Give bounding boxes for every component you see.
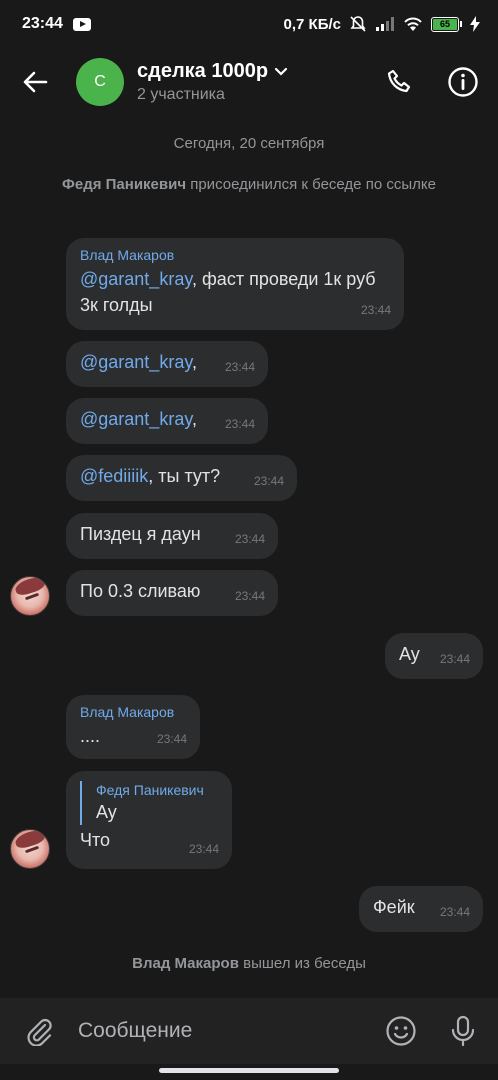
battery-level: 65 [433,18,457,30]
voice-message-button[interactable] [446,1014,480,1048]
message-sender[interactable]: Влад Макаров [80,703,186,721]
message-time: 23:44 [224,360,255,374]
charging-icon [470,16,480,32]
message-composer: Сообщение [0,998,498,1064]
outgoing-message-bubble[interactable]: Фейк 23:44 [359,886,483,932]
message-bubble[interactable]: Влад Макаров .... 23:44 [66,695,200,759]
outgoing-message-bubble[interactable]: Ау 23:44 [385,633,483,679]
info-icon [448,67,478,97]
info-button[interactable] [446,65,480,99]
service-joined-name[interactable]: Федя Паникевич [62,176,186,193]
chevron-down-icon [274,67,288,76]
message-time: 23:44 [439,905,470,919]
chat-title: сделка 1000р [137,60,269,82]
message-input[interactable]: Сообщение [78,1019,192,1043]
message-time: 23:44 [234,532,265,546]
message-text: Ау [399,644,420,664]
message-text: , ты тут? [148,466,221,486]
message-bubble[interactable]: Влад Макаров @garant_kray, фаст проведи … [66,238,404,330]
back-button[interactable] [0,48,70,116]
service-left-name[interactable]: Влад Макаров [132,955,239,972]
battery-icon: 65 [431,16,462,32]
call-button[interactable] [382,65,416,99]
mute-icon [350,16,366,32]
message-text: , [192,352,198,372]
message-time: 23:44 [253,474,284,488]
attach-button[interactable] [22,1014,56,1048]
message-bubble[interactable]: @garant_kray, 23:44 [66,398,268,444]
message-text: , [192,409,198,429]
message-mention[interactable]: @garant_kray [80,269,192,289]
message-time: 23:44 [234,589,265,603]
reply-text: Ау [96,802,117,822]
microphone-icon [451,1015,475,1047]
emoji-button[interactable] [384,1014,418,1048]
message-bubble[interactable]: @fediiiik, ты тут? 23:44 [66,455,297,501]
message-text: Фейк [373,897,415,917]
message-bubble[interactable]: @garant_kray, 23:44 [66,341,268,387]
chat-avatar[interactable]: С [76,58,124,106]
message-mention[interactable]: @garant_kray [80,352,192,372]
message-mention[interactable]: @fediiiik [80,466,148,486]
message-time: 23:44 [439,652,470,666]
message-time: 23:44 [156,732,187,746]
signal-icon [376,17,394,31]
service-message-joined: Федя Паникевич присоединился к беседе по… [0,175,498,195]
date-divider: Сегодня, 20 сентября [173,135,325,152]
message-bubble[interactable]: По 0.3 сливаю 23:44 [66,570,278,616]
message-sender[interactable]: Влад Макаров [80,246,390,264]
message-text: По 0.3 сливаю [80,581,201,601]
emoji-icon [386,1016,416,1046]
status-bar: 23:44 0,7 КБ/с 65 [0,0,498,48]
message-mention[interactable]: @garant_kray [80,409,192,429]
back-arrow-icon [23,71,48,93]
network-speed: 0,7 КБ/с [283,15,341,33]
service-message-left: Влад Макаров вышел из беседы [0,954,498,974]
sender-avatar[interactable] [10,576,50,616]
status-time: 23:44 [22,15,63,32]
message-text: .... [80,726,101,746]
chat-info[interactable]: сделка 1000р 2 участника [137,60,288,104]
reply-quote[interactable]: Федя Паникевич Ау [80,781,218,825]
chat-screen: 23:44 0,7 КБ/с 65 С сделка 1000р 2 участ [0,0,498,1080]
sender-avatar[interactable] [10,829,50,869]
home-indicator[interactable] [159,1068,339,1073]
message-time: 23:44 [224,417,255,431]
message-text: Пиздец я даун [80,524,201,544]
message-time: 23:44 [188,842,219,856]
phone-icon [387,69,411,93]
service-left-text: вышел из беседы [243,955,366,972]
wifi-icon [404,17,422,31]
message-bubble[interactable]: Пиздец я даун 23:44 [66,513,278,559]
youtube-notification-icon [72,17,91,31]
service-joined-text: присоединился к беседе по ссылке [190,176,436,193]
attach-icon [27,1018,52,1046]
message-time: 23:44 [360,303,391,317]
reply-sender: Федя Паникевич [96,782,204,798]
message-bubble[interactable]: Федя Паникевич Ау Что 23:44 [66,771,232,869]
chat-members-count: 2 участника [137,86,225,103]
chat-header: С сделка 1000р 2 участника [0,48,498,116]
